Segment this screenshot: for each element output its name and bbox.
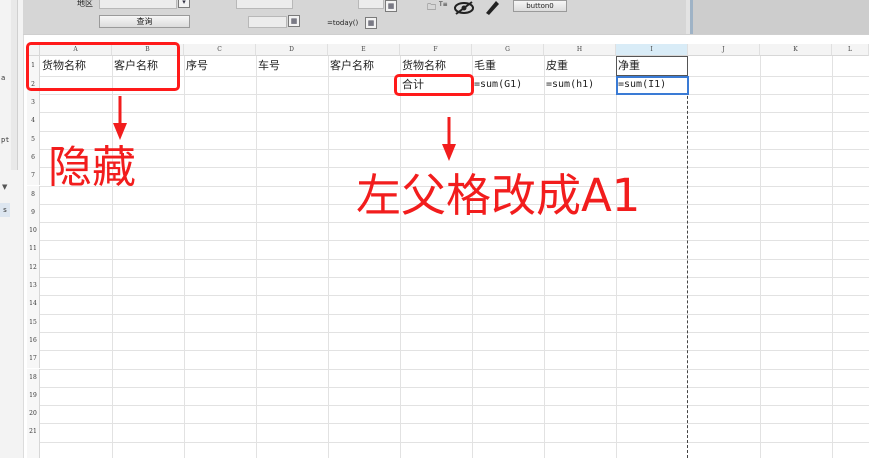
query-button[interactable]: 查询 bbox=[99, 15, 190, 28]
column-header-h[interactable]: H bbox=[544, 44, 616, 56]
cell-g2[interactable]: =sum(G1) bbox=[474, 76, 522, 94]
selected-cell-i2[interactable] bbox=[616, 76, 689, 95]
side-panel-text: pt bbox=[1, 136, 10, 144]
param-input[interactable] bbox=[236, 0, 293, 9]
row-header[interactable]: 4 bbox=[27, 112, 40, 131]
cell-h2[interactable]: =sum(h1) bbox=[546, 76, 594, 94]
cell-e1[interactable]: 客户名称 bbox=[330, 57, 374, 75]
column-header-d[interactable]: D bbox=[256, 44, 328, 56]
param-input-small[interactable] bbox=[358, 0, 384, 9]
hidden-eye-icon[interactable] bbox=[453, 0, 475, 16]
row-header[interactable]: 9 bbox=[27, 203, 40, 223]
cell-d1[interactable]: 车号 bbox=[258, 57, 280, 75]
cell-c1[interactable]: 序号 bbox=[186, 57, 208, 75]
calendar-icon[interactable]: ▦ bbox=[365, 17, 377, 29]
row-header[interactable] bbox=[27, 441, 40, 458]
highlight-box-total-cell bbox=[394, 74, 474, 96]
button0[interactable]: button0 bbox=[513, 0, 567, 12]
row-header[interactable]: 15 bbox=[27, 313, 40, 332]
calendar-icon[interactable]: ▦ bbox=[288, 15, 300, 27]
row-header[interactable]: 18 bbox=[27, 368, 40, 387]
cell-i1-border bbox=[616, 56, 688, 76]
toolbar-right-area bbox=[690, 0, 869, 34]
row-header[interactable]: 13 bbox=[27, 277, 40, 296]
row-header[interactable]: 3 bbox=[27, 94, 40, 113]
region-input[interactable] bbox=[99, 0, 177, 9]
column-header-l[interactable]: L bbox=[832, 44, 869, 56]
cell-g1[interactable]: 毛重 bbox=[474, 57, 496, 75]
column-header-c[interactable]: C bbox=[184, 44, 256, 56]
today-formula: =today() bbox=[327, 19, 359, 27]
side-panel-scrollbar[interactable] bbox=[11, 0, 18, 170]
column-header-j[interactable]: J bbox=[688, 44, 760, 56]
column-header-i[interactable]: I bbox=[616, 44, 688, 56]
row-header[interactable]: 10 bbox=[27, 222, 40, 241]
annotation-parent-cell: 左父格改成A1 bbox=[356, 169, 641, 222]
column-header-g[interactable]: G bbox=[472, 44, 544, 56]
region-label: 地区 bbox=[77, 0, 93, 8]
column-header-f[interactable]: F bbox=[400, 44, 472, 56]
collapse-arrow-icon[interactable]: ▼ bbox=[2, 183, 7, 191]
down-arrow-icon bbox=[113, 96, 127, 140]
side-panel-selected-item[interactable]: s bbox=[0, 203, 10, 217]
side-panel-text: a bbox=[1, 74, 6, 82]
row-header[interactable]: 12 bbox=[27, 258, 40, 277]
annotation-hide: 隐藏 bbox=[48, 142, 136, 193]
column-header-e[interactable]: E bbox=[328, 44, 400, 56]
row-header[interactable]: 19 bbox=[27, 386, 40, 406]
row-header[interactable]: 17 bbox=[27, 350, 40, 369]
pencil-icon[interactable] bbox=[483, 0, 501, 16]
row-header[interactable]: 16 bbox=[27, 331, 40, 351]
row-header[interactable]: 5 bbox=[27, 130, 40, 149]
column-header-k[interactable]: K bbox=[760, 44, 832, 56]
date-input[interactable] bbox=[248, 16, 287, 28]
text-icon[interactable]: T≡ bbox=[439, 1, 448, 8]
row-header[interactable]: 21 bbox=[27, 423, 40, 442]
parameter-panel-body: 地区 ▾ ▦ 查询 ▦ =today() ▦ 🗀 T≡ button0 bbox=[23, 0, 686, 34]
cell-f1[interactable]: 货物名称 bbox=[402, 57, 446, 75]
left-side-panel: a pt ▼ s bbox=[0, 0, 24, 458]
row-header[interactable]: 11 bbox=[27, 240, 40, 259]
row-header[interactable]: 20 bbox=[27, 405, 40, 424]
cell-h1[interactable]: 皮重 bbox=[546, 57, 568, 75]
calendar-icon[interactable]: ▦ bbox=[385, 0, 397, 12]
row-header[interactable]: 7 bbox=[27, 167, 40, 186]
down-arrow-icon bbox=[442, 117, 456, 161]
dropdown-icon[interactable]: ▾ bbox=[178, 0, 190, 8]
folder-icon[interactable]: 🗀 bbox=[427, 0, 436, 16]
row-header[interactable]: 8 bbox=[27, 185, 40, 204]
parameter-panel: 地区 ▾ ▦ 查询 ▦ =today() ▦ 🗀 T≡ button0 bbox=[23, 0, 869, 35]
page-break-line bbox=[687, 56, 688, 458]
highlight-box-hidden-columns bbox=[26, 42, 180, 91]
row-header[interactable]: 6 bbox=[27, 148, 40, 168]
row-header[interactable]: 14 bbox=[27, 295, 40, 314]
